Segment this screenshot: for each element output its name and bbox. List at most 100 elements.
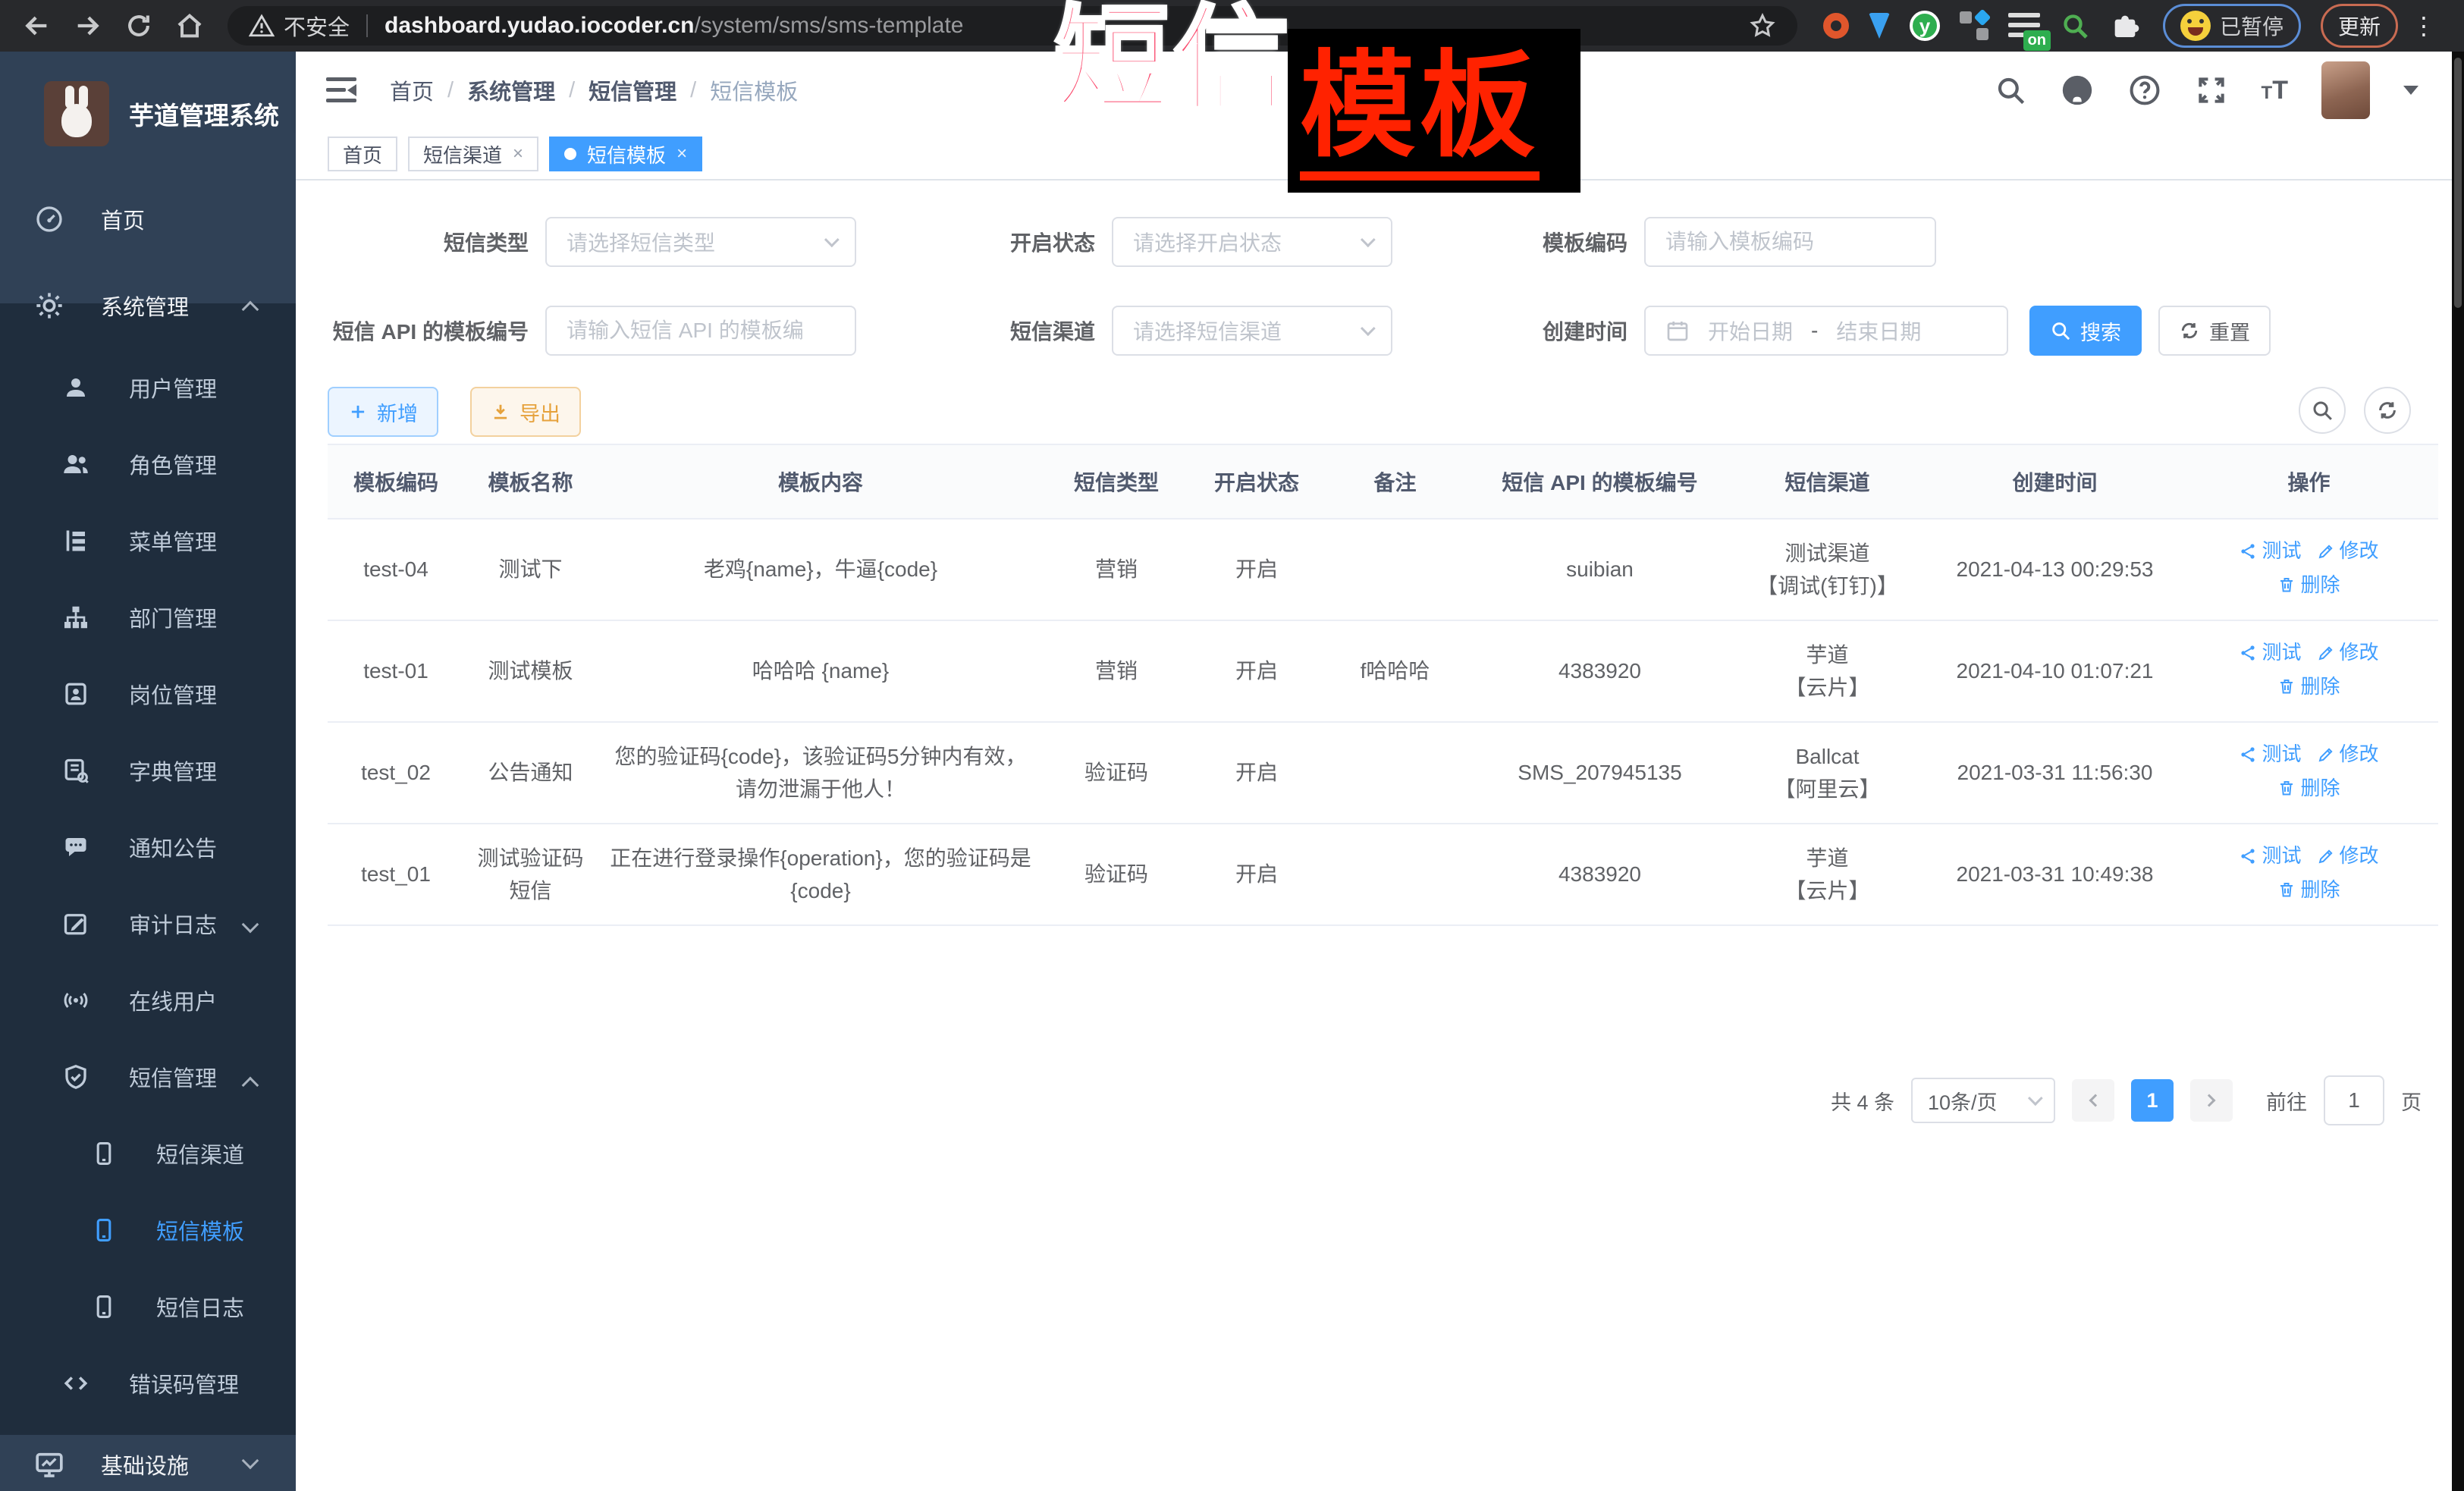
font-size-icon[interactable]: TT [2262,76,2288,105]
breadcrumb-item-2[interactable]: 系统管理 [467,74,555,106]
chat-icon [62,833,89,861]
sidebar-item-12[interactable]: 短信管理 [0,1038,296,1115]
tag-view-tab-3[interactable]: 短信模板× [549,137,702,171]
channel-select[interactable]: 请选择短信渠道 [1112,306,1392,356]
edit-icon [62,910,89,937]
sidebar-item-1[interactable]: 首页 [0,176,296,262]
edit-link[interactable]: 修改 [2317,535,2379,566]
extension-list-icon[interactable]: on [2008,11,2040,40]
user-avatar[interactable] [2321,61,2370,119]
sidebar-item-16[interactable]: 错误码管理 [0,1345,296,1421]
api-template-id-input[interactable] [545,306,856,356]
sidebar-item-10[interactable]: 审计日志 [0,885,296,962]
search-button[interactable]: 搜索 [2029,306,2142,356]
sidebar-item-8[interactable]: 字典管理 [0,732,296,808]
test-link[interactable]: 测试 [2239,840,2301,871]
page-size-select[interactable]: 10条/页 [1911,1078,2055,1123]
address-bar[interactable]: 不安全 dashboard.yudao.iocoder.cn/system/sm… [228,6,1797,46]
security-indicator[interactable]: 不安全 [249,10,350,42]
cell-status: 开启 [1188,639,1325,702]
delete-link[interactable]: 删除 [2277,874,2340,905]
chevron-down-icon [824,232,840,247]
help-icon[interactable] [2128,74,2161,107]
prev-page-button[interactable] [2072,1079,2114,1122]
sidebar-item-13[interactable]: 短信渠道 [0,1115,296,1191]
sms-type-select[interactable]: 请选择短信类型 [545,217,856,267]
tag-view-tab-1[interactable]: 首页 [328,137,397,171]
cell-type: 验证码 [1044,843,1188,906]
test-link[interactable]: 测试 [2239,535,2301,566]
browser-forward-icon[interactable] [73,11,103,41]
extension-y-icon[interactable]: y [1910,11,1940,41]
goto-page-input[interactable] [2324,1075,2384,1125]
show-search-toggle-button[interactable] [2299,387,2346,434]
sidebar-item-3[interactable]: 用户管理 [0,349,296,425]
column-header-9: 创建时间 [1920,445,2189,518]
sidebar-item-9[interactable]: 通知公告 [0,808,296,885]
close-icon[interactable]: × [513,143,523,165]
extension-magnifier-icon[interactable] [2060,11,2090,41]
refresh-table-button[interactable] [2364,387,2411,434]
sidebar-collapse-icon[interactable] [326,77,356,103]
edit-link[interactable]: 修改 [2317,840,2379,871]
breadcrumb-item-3[interactable]: 短信管理 [589,74,676,106]
extension-ring-icon[interactable] [1823,13,1849,39]
fullscreen-icon[interactable] [2195,74,2228,107]
extension-grid-icon[interactable] [1960,11,1988,40]
extension-vue-icon[interactable] [1869,13,1890,39]
sidebar-item-2[interactable]: 系统管理 [0,262,296,349]
github-icon[interactable] [2060,73,2095,108]
column-header-1: 模板编码 [328,445,464,518]
test-link[interactable]: 测试 [2239,739,2301,769]
active-tab-dot [564,148,576,160]
bookmark-star-icon[interactable] [1749,12,1776,39]
next-page-button[interactable] [2190,1079,2233,1122]
browser-update-button[interactable]: 更新 [2321,4,2398,48]
pencil-icon [2317,644,2335,662]
edit-link[interactable]: 修改 [2317,739,2379,769]
users-icon [62,450,89,478]
sidebar-item-15[interactable]: 短信日志 [0,1268,296,1345]
test-link[interactable]: 测试 [2239,637,2301,667]
channel-provider: 【阿里云】 [1742,773,1913,805]
close-icon[interactable]: × [676,143,687,165]
sidebar-item-label: 用户管理 [129,372,217,403]
avatar-dropdown-icon[interactable] [2403,86,2418,95]
export-button[interactable]: 导出 [470,387,581,437]
delete-link[interactable]: 删除 [2277,773,2340,803]
extensions-puzzle-icon[interactable] [2110,11,2140,41]
breadcrumb-separator: / [690,78,696,103]
sidebar-item-label: 菜单管理 [129,525,217,557]
sidebar-item-5[interactable]: 菜单管理 [0,502,296,579]
add-button[interactable]: 新增 [328,387,438,437]
window-scrollbar[interactable] [2452,52,2464,1491]
browser-home-icon[interactable] [174,11,205,41]
browser-back-icon[interactable] [21,11,52,41]
sidebar-item-17[interactable]: 基础设施 [0,1421,296,1491]
delete-link[interactable]: 删除 [2277,570,2340,600]
start-date-placeholder: 开始日期 [1708,315,1793,346]
sidebar-item-label: 短信管理 [129,1061,217,1093]
sidebar-item-4[interactable]: 角色管理 [0,425,296,502]
browser-menu-icon[interactable]: ⋮ [2412,11,2436,40]
edit-link[interactable]: 修改 [2317,637,2379,667]
status-select[interactable]: 请选择开启状态 [1112,217,1392,267]
page-number-1[interactable]: 1 [2131,1079,2174,1122]
tag-view-tab-2[interactable]: 短信渠道× [408,137,538,171]
sidebar-item-6[interactable]: 部门管理 [0,579,296,655]
sidebar-item-7[interactable]: 岗位管理 [0,655,296,732]
app-logo[interactable]: 芋道管理系统 [0,52,296,176]
breadcrumb-item-1[interactable]: 首页 [390,74,434,106]
reset-button[interactable]: 重置 [2158,306,2271,356]
profile-paused-pill[interactable]: 已暂停 [2163,4,2301,48]
create-time-range-picker[interactable]: 开始日期 - 结束日期 [1644,306,2008,356]
sidebar-item-14[interactable]: 短信模板 [0,1191,296,1268]
header-search-icon[interactable] [1995,74,2026,106]
edit-link-label: 修改 [2340,739,2379,769]
template-code-input[interactable] [1644,217,1936,267]
browser-reload-icon[interactable] [124,11,153,40]
refresh-icon [2179,320,2200,341]
delete-link-label: 删除 [2300,671,2340,702]
delete-link[interactable]: 删除 [2277,671,2340,702]
sidebar-item-11[interactable]: 在线用户 [0,962,296,1038]
